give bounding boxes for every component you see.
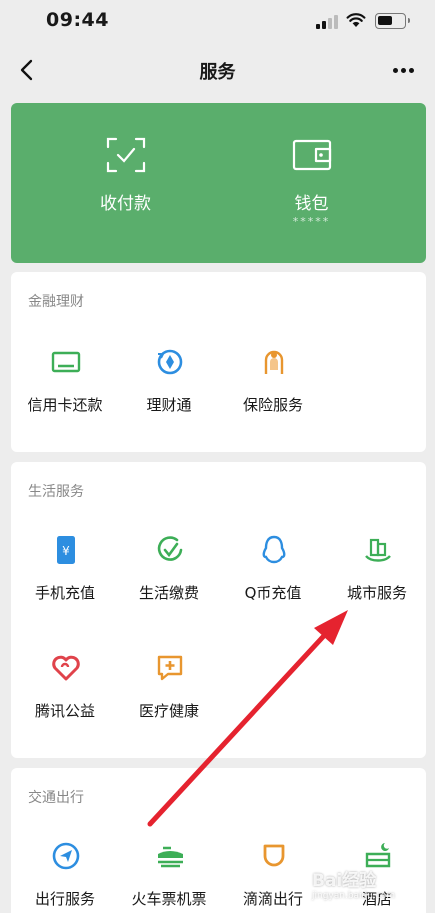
wallet-masked-balance: *****: [292, 215, 331, 228]
nav-bar: 服务: [0, 44, 435, 96]
item-medical-health[interactable]: 医疗健康: [117, 652, 221, 738]
cellular-signal-icon: [316, 15, 338, 29]
battery-icon: [375, 13, 406, 29]
item-label: 信用卡还款: [27, 396, 103, 414]
item-label: 保险服务: [242, 396, 303, 414]
medical-icon: [157, 655, 183, 681]
wallet-icon: [292, 139, 331, 171]
page-title: 服务: [199, 62, 236, 83]
wifi-icon: [346, 13, 366, 27]
more-options-icon[interactable]: [388, 58, 420, 82]
section-title-transport: 交通出行: [28, 790, 84, 806]
item-qq-coin[interactable]: Q币充值: [221, 534, 325, 620]
status-bar: 09:44: [0, 0, 435, 44]
status-time: 09:44: [46, 9, 109, 31]
item-label: 手机充值: [34, 584, 95, 602]
section-life-services: 生活服务 ¥ 手机充值 生活缴费 Q币充值 城市服务 腾讯公益 医疗健康: [11, 462, 426, 758]
item-label: 城市服务: [346, 584, 407, 602]
item-tencent-charity[interactable]: 腾讯公益: [13, 652, 117, 738]
item-insurance[interactable]: 保险服务: [221, 346, 325, 432]
insurance-icon: [264, 350, 284, 374]
section-finance: 金融理财 信用卡还款 理财通 保险服务: [11, 272, 426, 452]
battery-cap: [408, 18, 410, 23]
item-travel-service[interactable]: 出行服务: [13, 840, 117, 913]
item-utility-payment[interactable]: 生活缴费: [117, 534, 221, 620]
pay-receive-button[interactable]: 收付款: [22, 103, 229, 263]
pay-receive-label: 收付款: [100, 194, 151, 214]
wallet-label: 钱包: [294, 194, 329, 214]
item-label: 酒店: [361, 890, 392, 908]
wealth-icon: [157, 349, 183, 375]
item-label: 腾讯公益: [34, 702, 95, 720]
item-city-service[interactable]: 城市服务: [325, 534, 426, 620]
section-title-life-services: 生活服务: [28, 484, 84, 500]
item-hotel[interactable]: 酒店: [325, 840, 426, 913]
charity-icon: [52, 655, 80, 681]
utility-payment-icon: [157, 536, 183, 561]
item-wealth[interactable]: 理财通: [117, 346, 221, 432]
city-service-icon: [365, 538, 391, 562]
item-didi[interactable]: 滴滴出行: [221, 840, 325, 913]
hotel-icon: [365, 843, 391, 868]
item-label: 理财通: [146, 396, 192, 414]
item-label: 火车票机票: [131, 890, 207, 908]
section-transport: 交通出行 出行服务 火车票机票 滴滴出行 酒店: [11, 768, 426, 913]
qq-coin-icon: [262, 535, 286, 564]
item-train-flight-tickets[interactable]: 火车票机票: [117, 840, 221, 913]
scan-pay-icon: [106, 137, 145, 173]
didi-icon: [263, 844, 285, 867]
phone-recharge-icon: ¥: [57, 536, 75, 564]
item-label: 医疗健康: [138, 702, 199, 720]
services-screen: 09:44 服务 收付款 钱包 ***** 金融理财 信用卡还款 理财通 保险服…: [0, 0, 435, 913]
credit-card-icon: [51, 351, 81, 373]
travel-icon: [52, 842, 80, 870]
wallet-card: 收付款 钱包 *****: [11, 103, 426, 263]
wallet-button[interactable]: 钱包 *****: [208, 103, 415, 263]
item-credit-card-repay[interactable]: 信用卡还款: [13, 346, 117, 432]
train-ticket-icon: [158, 846, 183, 868]
item-phone-recharge[interactable]: ¥ 手机充值: [13, 534, 117, 620]
item-label: 生活缴费: [138, 584, 199, 602]
item-label: 出行服务: [34, 890, 95, 908]
item-label: 滴滴出行: [242, 890, 303, 908]
svg-text:¥: ¥: [62, 544, 70, 558]
item-label: Q币充值: [244, 584, 302, 602]
section-title-finance: 金融理财: [28, 294, 84, 310]
